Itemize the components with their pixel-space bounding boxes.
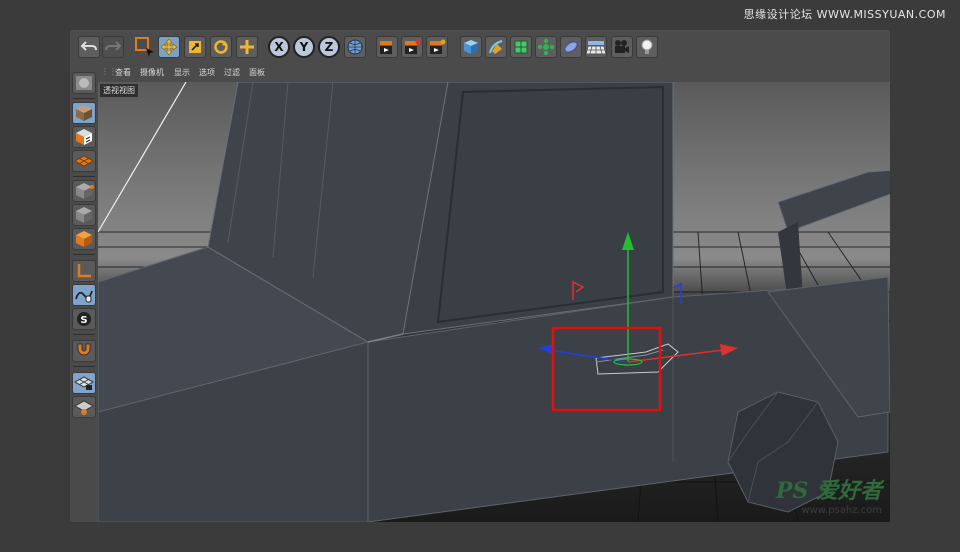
perspective-viewport[interactable]: 透视视图 PS 爱好者 www.psahz.com	[98, 82, 890, 522]
light-icon[interactable]	[636, 36, 658, 58]
y-axis-icon[interactable]: Y	[293, 36, 315, 58]
points-mode-icon[interactable]	[72, 180, 96, 202]
edges-mode-icon[interactable]	[72, 204, 96, 226]
render-settings-icon[interactable]	[426, 36, 448, 58]
sidebar-divider	[73, 176, 95, 177]
deformer-icon[interactable]	[560, 36, 582, 58]
x-axis-icon[interactable]: X	[268, 36, 290, 58]
viewport-label: 透视视图	[100, 84, 138, 97]
move-icon[interactable]	[158, 36, 180, 58]
redo-icon[interactable]	[102, 36, 124, 58]
sidebar-divider	[73, 254, 95, 255]
model-mode-icon[interactable]	[72, 102, 96, 124]
sidebar-divider	[73, 366, 95, 367]
render-view-icon[interactable]	[376, 36, 398, 58]
tweak-mode-icon[interactable]	[72, 284, 96, 306]
watermark-logo: PS 爱好者	[775, 478, 882, 504]
cloner-icon[interactable]	[535, 36, 557, 58]
scale-icon[interactable]	[184, 36, 206, 58]
live-selection-icon[interactable]	[134, 36, 156, 58]
svg-text:S: S	[80, 315, 87, 326]
polygons-mode-icon[interactable]	[72, 228, 96, 250]
workplane-lock-icon[interactable]	[72, 372, 96, 394]
pen-icon[interactable]	[485, 36, 507, 58]
viewport-menubar: ⋮⋮ 查看 摄像机 显示 选项 过滤 面板	[98, 66, 890, 82]
menu-filter[interactable]: 过滤	[224, 67, 240, 78]
floor-icon[interactable]	[585, 36, 607, 58]
workplane-mode-icon[interactable]	[72, 150, 96, 172]
main-toolbar: X Y Z	[70, 30, 890, 67]
workplane-grid-icon[interactable]	[72, 396, 96, 418]
menu-options[interactable]: 选项	[199, 67, 215, 78]
world-coordinates-icon[interactable]	[344, 36, 366, 58]
render-picture-viewer-icon[interactable]	[401, 36, 423, 58]
camera-icon[interactable]	[611, 36, 633, 58]
watermark-url: www.psahz.com	[801, 505, 882, 516]
menu-display[interactable]: 显示	[174, 67, 190, 78]
bottom-watermark: PS 爱好者 www.psahz.com	[776, 473, 882, 516]
z-axis-label: Z	[324, 40, 334, 54]
subdivision-icon[interactable]	[510, 36, 532, 58]
cinema4d-window: X Y Z S ⋮⋮ 查看 摄像机 显示 选项 过滤 面板 透视视图 PS 爱好…	[70, 30, 890, 522]
viewport-scene	[98, 82, 890, 522]
left-mode-toolbar: S	[70, 66, 99, 522]
add-icon[interactable]	[236, 36, 258, 58]
sidebar-divider	[73, 98, 95, 99]
menu-panel[interactable]: 面板	[249, 67, 265, 78]
make-editable-icon[interactable]	[72, 72, 96, 94]
cube-icon[interactable]	[460, 36, 482, 58]
menu-cameras[interactable]: 摄像机	[140, 67, 164, 78]
y-axis-label: Y	[299, 40, 309, 54]
menu-view[interactable]: 查看	[115, 67, 131, 78]
axis-mode-icon[interactable]	[72, 260, 96, 282]
sidebar-divider	[73, 334, 95, 335]
snap-icon[interactable]	[72, 340, 96, 362]
solo-mode-icon[interactable]: S	[72, 308, 96, 330]
undo-icon[interactable]	[78, 36, 100, 58]
x-axis-label: X	[274, 40, 284, 54]
texture-mode-icon[interactable]	[72, 126, 96, 148]
top-watermark: 思缘设计论坛 WWW.MISSYUAN.COM	[743, 8, 946, 21]
rotate-icon[interactable]	[210, 36, 232, 58]
z-axis-icon[interactable]: Z	[318, 36, 340, 58]
